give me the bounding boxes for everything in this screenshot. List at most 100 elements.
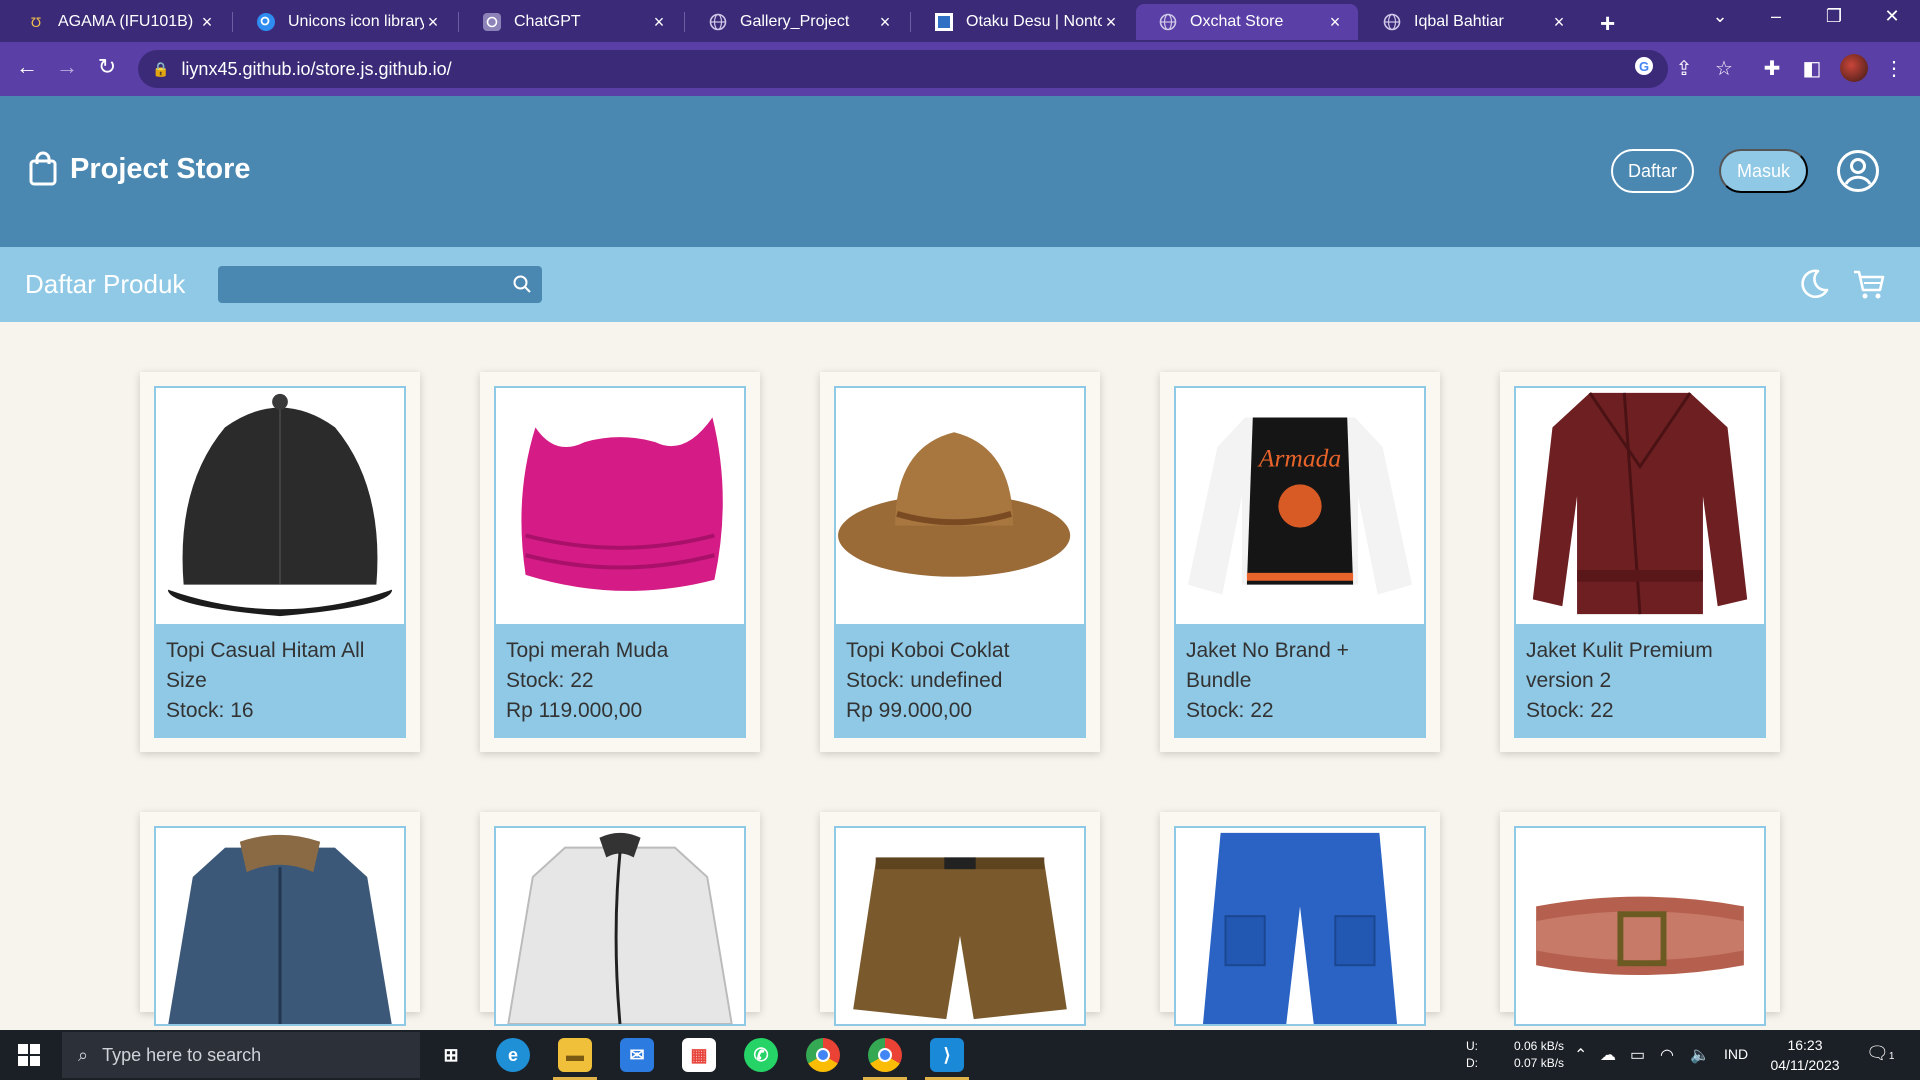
back-icon[interactable]: ← bbox=[12, 54, 42, 80]
chrome-icon[interactable] bbox=[806, 1038, 840, 1072]
bookmark-star-icon[interactable]: ☆ bbox=[1710, 56, 1738, 81]
minimize-icon[interactable]: – bbox=[1756, 6, 1796, 27]
tab-chatgpt[interactable]: ChatGPT × bbox=[460, 4, 682, 40]
close-icon[interactable]: × bbox=[876, 12, 894, 33]
tab-iqbal-bahtiar[interactable]: Iqbal Bahtiar × bbox=[1360, 4, 1582, 40]
product-card[interactable]: Topi merah Muda Stock: 22 Rp 119.000,00 bbox=[480, 372, 760, 752]
language-indicator[interactable]: IND bbox=[1724, 1046, 1748, 1062]
wifi-icon[interactable]: ◠ bbox=[1660, 1045, 1674, 1065]
browser-toolbar: ← → ↻ 🔒 liynx45.github.io/store.js.githu… bbox=[0, 42, 1920, 96]
brand-name: Project Store bbox=[70, 152, 251, 185]
cloud-icon[interactable]: ☁ bbox=[1600, 1045, 1616, 1065]
url-text: liynx45.github.io/store.js.github.io/ bbox=[181, 58, 452, 79]
globe-icon bbox=[708, 12, 728, 32]
new-tab-icon[interactable]: + bbox=[1600, 8, 1615, 39]
close-window-icon[interactable]: ✕ bbox=[1872, 6, 1912, 27]
product-image-leather-jacket bbox=[1514, 386, 1766, 626]
product-price: Rp 99.000,00 bbox=[846, 699, 973, 722]
vscode-icon[interactable]: ⟩ bbox=[930, 1038, 964, 1072]
product-card[interactable] bbox=[1500, 812, 1780, 1026]
battery-icon[interactable]: ▭ bbox=[1630, 1045, 1645, 1065]
chrome-profile-icon[interactable] bbox=[868, 1038, 902, 1072]
product-toolbar: Daftar Produk bbox=[0, 247, 1920, 322]
product-info: Jaket Kulit Premium version 2 Stock: 22 bbox=[1514, 626, 1766, 738]
close-icon[interactable]: × bbox=[1550, 12, 1568, 33]
product-card[interactable] bbox=[820, 812, 1100, 1026]
chevron-up-icon[interactable]: ⌃ bbox=[1574, 1045, 1587, 1065]
product-info: Topi Koboi Coklat Stock: undefined Rp 99… bbox=[834, 626, 1086, 738]
edge-icon[interactable]: e bbox=[496, 1038, 530, 1072]
file-explorer-icon[interactable]: ▬ bbox=[558, 1038, 592, 1072]
product-card[interactable]: Armada Jaket No Brand + Bundle Stock: 22 bbox=[1160, 372, 1440, 752]
tab-oxchat-store[interactable]: Oxchat Store × bbox=[1136, 4, 1358, 40]
unicons-icon bbox=[256, 12, 276, 32]
product-card[interactable]: Jaket Kulit Premium version 2 Stock: 22 bbox=[1500, 372, 1780, 752]
close-icon[interactable]: × bbox=[198, 12, 216, 33]
tab-unicons[interactable]: Unicons icon library | × bbox=[234, 4, 456, 40]
close-icon[interactable]: × bbox=[650, 12, 668, 33]
product-info: Jaket No Brand + Bundle Stock: 22 bbox=[1174, 626, 1426, 738]
product-name: Topi Casual Hitam All Size bbox=[166, 639, 365, 692]
tab-otaku-desu[interactable]: Otaku Desu | Nonton × bbox=[912, 4, 1134, 40]
close-icon[interactable]: × bbox=[424, 12, 442, 33]
close-icon[interactable]: × bbox=[1326, 12, 1344, 33]
notification-icon[interactable]: 🗨1 bbox=[1866, 1043, 1894, 1064]
section-title: Daftar Produk bbox=[25, 269, 186, 299]
product-image-pink-beanie bbox=[494, 386, 746, 626]
product-card[interactable] bbox=[1160, 812, 1440, 1026]
microsoft-store-icon[interactable]: ▦ bbox=[682, 1038, 716, 1072]
side-panel-icon[interactable]: ◧ bbox=[1798, 56, 1826, 81]
chatgpt-icon bbox=[482, 12, 502, 32]
svg-text:Armada: Armada bbox=[1257, 444, 1341, 473]
product-card[interactable] bbox=[140, 812, 420, 1026]
product-image-leather-belt bbox=[1514, 826, 1766, 1026]
otaku-icon bbox=[934, 12, 954, 32]
google-icon[interactable]: G bbox=[1630, 56, 1658, 82]
address-bar[interactable]: 🔒 liynx45.github.io/store.js.github.io/ bbox=[138, 50, 1668, 88]
share-icon[interactable]: ⇪ bbox=[1670, 56, 1698, 81]
product-name: Topi Koboi Coklat bbox=[846, 639, 1010, 662]
product-image-brown-shorts bbox=[834, 826, 1086, 1026]
tab-title: AGAMA (IFU101B) Ga bbox=[58, 13, 198, 30]
clock[interactable]: 16:23 04/11/2023 bbox=[1770, 1035, 1840, 1075]
product-image-black-cap bbox=[154, 386, 406, 626]
register-button[interactable]: Daftar bbox=[1611, 149, 1694, 193]
taskbar-search-input[interactable]: ⌕ Type here to search bbox=[62, 1032, 420, 1078]
tab-title: Oxchat Store bbox=[1190, 13, 1284, 30]
windows-start-icon[interactable] bbox=[18, 1044, 40, 1066]
windows-taskbar: ⌕ Type here to search ⊞ e ▬ ✉ ▦ ✆ ⟩ U: D… bbox=[0, 1030, 1920, 1080]
user-account-icon[interactable] bbox=[1836, 149, 1880, 193]
notification-count: 1 bbox=[1888, 1051, 1895, 1062]
svg-text:G: G bbox=[1639, 59, 1649, 74]
product-stock: Stock: undefined bbox=[846, 669, 1003, 692]
tab-gallery-project[interactable]: Gallery_Project × bbox=[686, 4, 908, 40]
net-down: 0.07 kB/s bbox=[1514, 1056, 1565, 1070]
volume-icon[interactable]: 🔈 bbox=[1690, 1045, 1710, 1065]
tab-agama[interactable]: Ʊ AGAMA (IFU101B) Ga × bbox=[4, 4, 230, 40]
menu-icon[interactable]: ⋮ bbox=[1880, 56, 1908, 81]
product-stock: Stock: 22 bbox=[1526, 699, 1614, 722]
search-icon[interactable] bbox=[512, 274, 532, 294]
tab-search-icon[interactable]: ⌄ bbox=[1700, 6, 1740, 27]
moon-icon[interactable] bbox=[1796, 267, 1830, 301]
product-card[interactable]: Topi Casual Hitam All Size Stock: 16 bbox=[140, 372, 420, 752]
extensions-icon[interactable]: ✚ bbox=[1758, 56, 1786, 81]
product-card[interactable] bbox=[480, 812, 760, 1026]
brand[interactable]: Project Store bbox=[28, 151, 251, 187]
restore-icon[interactable]: ❐ bbox=[1814, 6, 1854, 27]
product-card[interactable]: Topi Koboi Coklat Stock: undefined Rp 99… bbox=[820, 372, 1100, 752]
task-view-icon[interactable]: ⊞ bbox=[434, 1038, 468, 1072]
whatsapp-icon[interactable]: ✆ bbox=[744, 1038, 778, 1072]
browser-tab-strip: Ʊ AGAMA (IFU101B) Ga × Unicons icon libr… bbox=[0, 0, 1920, 42]
forward-icon[interactable]: → bbox=[52, 54, 82, 80]
globe-icon bbox=[1382, 12, 1402, 32]
close-icon[interactable]: × bbox=[1102, 12, 1120, 33]
search-input[interactable] bbox=[218, 266, 542, 303]
tab-title: ChatGPT bbox=[514, 13, 581, 30]
mail-icon[interactable]: ✉ bbox=[620, 1038, 654, 1072]
profile-avatar[interactable] bbox=[1840, 54, 1868, 82]
login-button[interactable]: Masuk bbox=[1719, 149, 1808, 193]
cart-icon[interactable] bbox=[1852, 267, 1886, 301]
reload-icon[interactable]: ↻ bbox=[92, 54, 122, 80]
product-image-blue-pants bbox=[1174, 826, 1426, 1026]
